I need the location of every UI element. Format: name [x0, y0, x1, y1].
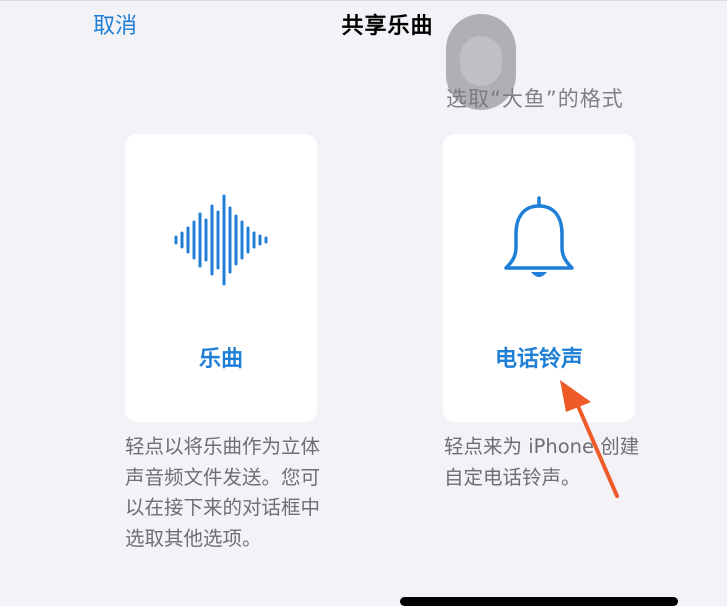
home-indicator [400, 597, 678, 606]
annotation-arrow-icon [560, 380, 619, 498]
